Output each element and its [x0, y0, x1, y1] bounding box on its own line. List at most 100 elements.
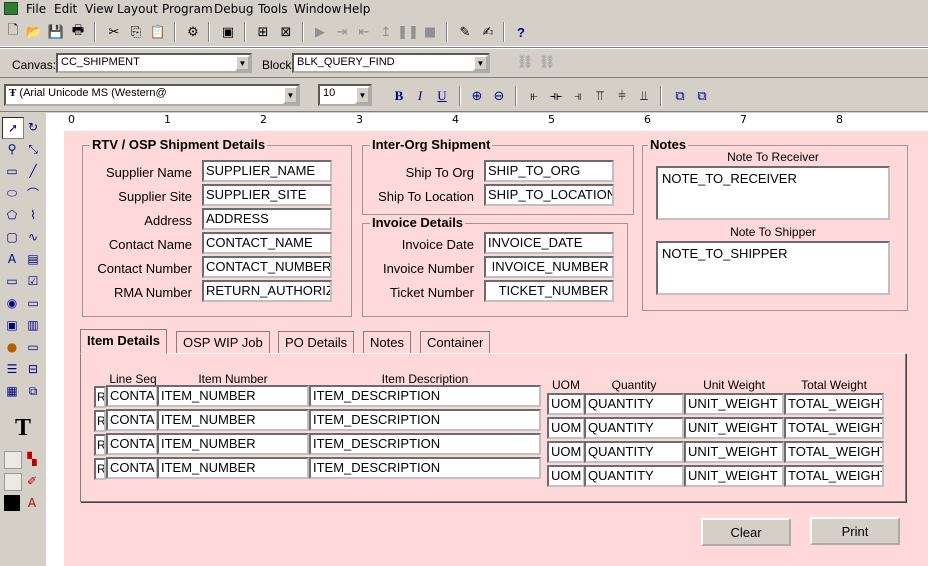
note-to-receiver-field[interactable]: NOTE_TO_RECEIVER — [656, 166, 890, 220]
supplier-name-field[interactable]: SUPPLIER_NAME — [202, 160, 332, 182]
bean-area-tool-icon[interactable]: ⧉ — [23, 381, 43, 401]
run-form-icon[interactable]: ▣ — [218, 22, 238, 42]
tab-po-details[interactable]: PO Details — [278, 331, 355, 353]
open-icon[interactable]: 📂 — [24, 22, 44, 42]
menu-edit[interactable]: Edit — [54, 2, 77, 16]
line-seq-field[interactable]: CONTA — [106, 457, 158, 479]
font-select[interactable]: Ŧ (Arial Unicode MS (Western@ ▼ — [4, 84, 300, 106]
polyline-icon[interactable]: ⌇ — [23, 205, 43, 225]
item-description-field[interactable]: ITEM_DESCRIPTION — [309, 457, 541, 479]
align-center-icon[interactable]: ⟛ — [546, 86, 566, 106]
rma-number-field[interactable]: RETURN_AUTHORIZ — [202, 280, 332, 302]
rotate-icon[interactable]: ↻ — [23, 117, 43, 137]
unit-weight-field[interactable]: UNIT_WEIGHT — [684, 441, 784, 463]
text-color-icon[interactable]: T — [8, 413, 38, 443]
item-description-field[interactable]: ITEM_DESCRIPTION — [309, 385, 541, 407]
clear-button[interactable]: Clear — [701, 518, 791, 546]
item-number-field[interactable]: ITEM_NUMBER — [157, 433, 309, 455]
ole-tool-icon[interactable]: ● — [2, 337, 22, 357]
row-flag[interactable]: R — [94, 458, 106, 480]
select-pointer-icon[interactable]: ➚ — [2, 117, 24, 139]
unit-weight-field[interactable]: UNIT_WEIGHT — [684, 465, 784, 487]
button-tool-icon[interactable]: ▭ — [2, 271, 22, 291]
menu-help[interactable]: Help — [343, 2, 370, 16]
tab-notes[interactable]: Notes — [363, 331, 411, 353]
text-item-tool-icon[interactable]: ▭ — [23, 293, 43, 313]
uom-field[interactable]: UOM — [547, 393, 585, 415]
line-seq-field[interactable]: CONTA — [106, 385, 158, 407]
save-icon[interactable]: 💾 — [46, 22, 66, 42]
menu-layout[interactable]: Layout — [117, 2, 158, 16]
step-over-icon[interactable]: ⇤ — [354, 22, 374, 42]
invoice-number-field[interactable]: INVOICE_NUMBER — [484, 256, 614, 278]
uom-field[interactable]: UOM — [547, 441, 585, 463]
supplier-site-field[interactable]: SUPPLIER_SITE — [202, 184, 332, 206]
total-weight-field[interactable]: TOTAL_WEIGHT — [784, 393, 884, 415]
note-to-shipper-field[interactable]: NOTE_TO_SHIPPER — [656, 241, 890, 295]
menu-window[interactable]: Window — [294, 2, 341, 16]
chart-tool-icon[interactable]: ▥ — [23, 315, 43, 335]
item-description-field[interactable]: ITEM_DESCRIPTION — [309, 433, 541, 455]
uom-field[interactable]: UOM — [547, 417, 585, 439]
tab-osp-wip-job[interactable]: OSP WIP Job — [176, 331, 270, 353]
wizard-icon[interactable]: ✎ — [455, 22, 475, 42]
quantity-field[interactable]: QUANTITY — [584, 393, 684, 415]
fill-color-icon[interactable]: ▚ — [22, 449, 42, 469]
menu-program[interactable]: Program — [162, 2, 213, 16]
frame-icon[interactable]: ▤ — [23, 249, 43, 269]
menu-view[interactable]: View — [85, 2, 113, 16]
print-button[interactable]: Print — [810, 517, 900, 545]
run-web-icon[interactable]: ⊞ — [253, 22, 273, 42]
align-right-icon[interactable]: ⫣ — [568, 86, 588, 106]
line-seq-field[interactable]: CONTA — [106, 409, 158, 431]
go-icon[interactable]: ▶ — [310, 22, 330, 42]
fill-color-swatch[interactable] — [4, 451, 22, 469]
copy-icon[interactable]: ⎘ — [126, 22, 146, 42]
bring-to-front-icon[interactable]: ⧉ — [670, 86, 690, 106]
chevron-down-icon[interactable]: ▼ — [355, 86, 370, 104]
new-icon[interactable]: 🗋 — [3, 22, 23, 42]
paste-icon[interactable]: 📋 — [148, 22, 168, 42]
pause-icon[interactable]: ❚❚ — [397, 22, 419, 42]
menu-tools[interactable]: Tools — [258, 2, 288, 16]
ship-to-location-field[interactable]: SHIP_TO_LOCATION — [484, 184, 614, 206]
canvas-select[interactable]: CC_SHIPMENT ▼ — [56, 53, 252, 73]
step-out-icon[interactable]: ↥ — [376, 22, 396, 42]
ticket-number-field[interactable]: TICKET_NUMBER — [484, 280, 614, 302]
total-weight-field[interactable]: TOTAL_WEIGHT — [784, 465, 884, 487]
reshape-icon[interactable]: ⤡ — [23, 139, 43, 159]
text-tool-icon[interactable]: A — [2, 249, 22, 269]
font-size-select[interactable]: 10 ▼ — [318, 84, 372, 106]
freehand-icon[interactable]: ∿ — [23, 227, 43, 247]
chevron-down-icon[interactable]: ▼ — [235, 55, 250, 71]
quantity-field[interactable]: QUANTITY — [584, 441, 684, 463]
row-flag[interactable]: R — [94, 386, 106, 408]
item-number-field[interactable]: ITEM_NUMBER — [157, 457, 309, 479]
unit-weight-field[interactable]: UNIT_WEIGHT — [684, 417, 784, 439]
tab-canvas-tool-icon[interactable]: ⊟ — [23, 359, 43, 379]
align-bottom-icon[interactable]: ⫫ — [634, 86, 654, 106]
unit-weight-field[interactable]: UNIT_WEIGHT — [684, 393, 784, 415]
chevron-down-icon[interactable]: ▼ — [473, 55, 488, 71]
underline-button[interactable]: U — [432, 86, 452, 106]
address-field[interactable]: ADDRESS — [202, 208, 332, 230]
invoice-date-field[interactable]: INVOICE_DATE — [484, 232, 614, 254]
tab-container[interactable]: Container — [420, 331, 491, 353]
align-middle-icon[interactable]: ⫩ — [612, 86, 632, 106]
text-color-swatch[interactable] — [4, 495, 20, 511]
menu-file[interactable]: File — [26, 2, 46, 16]
radio-tool-icon[interactable]: ◉ — [2, 293, 22, 313]
arc-icon[interactable]: ⌒ — [23, 183, 43, 203]
stop-icon[interactable]: ■ — [420, 22, 440, 42]
print-icon[interactable]: 🖶 — [68, 22, 88, 42]
magnify-icon[interactable]: ⚲ — [2, 139, 22, 159]
link-icon[interactable]: ⛓ — [515, 52, 535, 72]
display-item-tool-icon[interactable]: ▭ — [23, 337, 43, 357]
help-icon[interactable]: ? — [511, 22, 531, 42]
italic-button[interactable]: I — [410, 86, 430, 106]
zoom-in-icon[interactable]: ⊕ — [467, 86, 487, 106]
checkbox-tool-icon[interactable]: ☑ — [23, 271, 43, 291]
item-number-field[interactable]: ITEM_NUMBER — [157, 385, 309, 407]
unlink-icon[interactable]: ⛓ — [537, 52, 557, 72]
ship-to-org-field[interactable]: SHIP_TO_ORG — [484, 160, 614, 182]
